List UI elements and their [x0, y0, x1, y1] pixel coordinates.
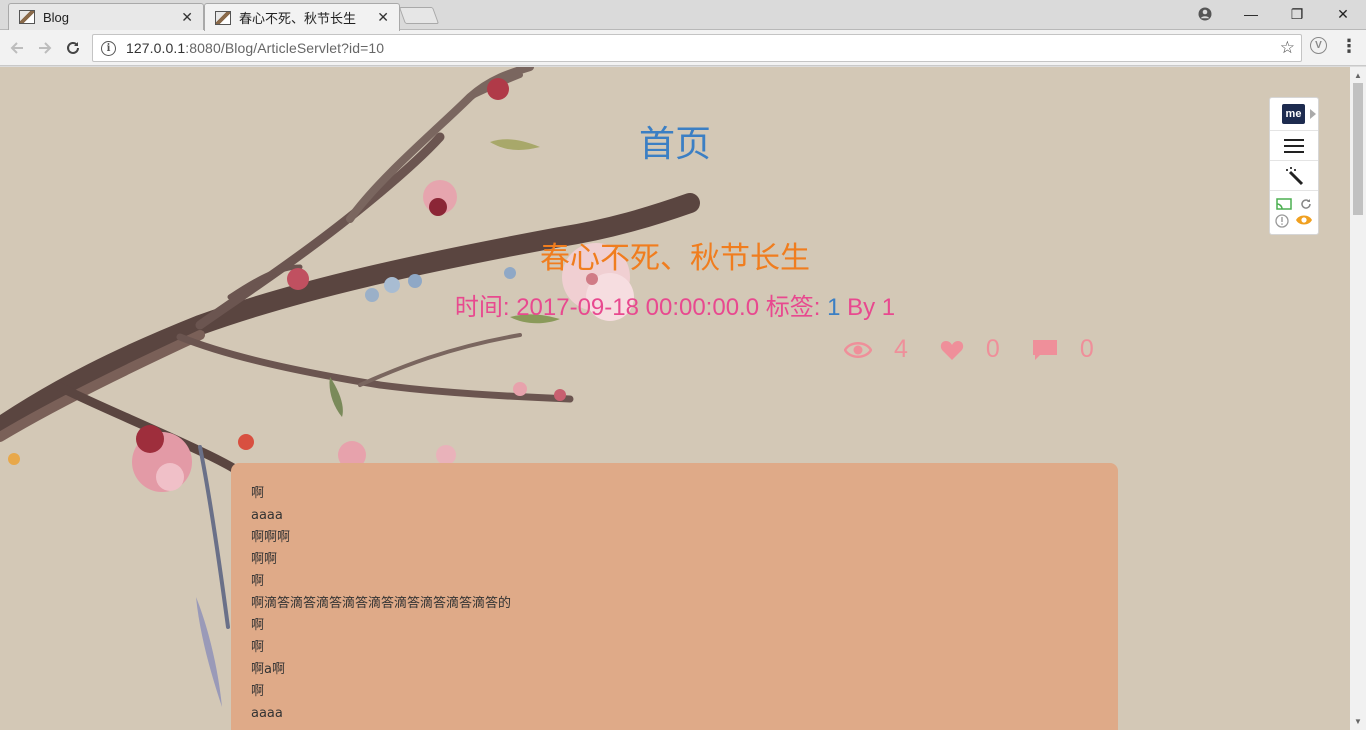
- minimize-button[interactable]: —: [1228, 0, 1274, 28]
- page-viewport: 首页 春心不死、秋节长生 时间: 2017-09-18 00:00:00.0 标…: [0, 67, 1350, 730]
- close-tab-icon[interactable]: ✕: [181, 9, 193, 26]
- content-line: 啊啊啊: [251, 530, 291, 545]
- content-line: 啊a啊: [251, 662, 285, 677]
- address-bar[interactable]: i 127.0.0.1:8080/Blog/ArticleServlet?id=…: [92, 34, 1302, 62]
- author-name: 1: [881, 294, 896, 321]
- article-content: 啊 aaaa 啊啊啊 啊啊 啊 啊滴答滴答滴答滴答滴答滴答滴答滴答滴答的 啊 啊…: [231, 463, 1118, 730]
- expand-arrow-icon[interactable]: [1310, 109, 1316, 119]
- browser-menu-icon[interactable]: ⋮: [1340, 36, 1358, 57]
- content-line: 啊: [251, 618, 265, 633]
- bookmark-star-icon[interactable]: ☆: [1280, 38, 1295, 58]
- scroll-up-icon[interactable]: ▲: [1354, 71, 1362, 80]
- eye-toggle-icon[interactable]: [1295, 214, 1313, 226]
- views-count: 4: [894, 335, 908, 363]
- info-icon[interactable]: i: [101, 40, 116, 56]
- url-path: :8080/Blog/ArticleServlet?id=10: [185, 40, 385, 56]
- content-line: 啊滴答滴答滴答滴答滴答滴答滴答滴答滴答的: [251, 596, 512, 611]
- status-icons-row: [1270, 190, 1318, 234]
- back-button[interactable]: [6, 37, 28, 59]
- likes-count: 0: [985, 335, 1000, 363]
- page-favicon-icon: [215, 10, 231, 25]
- cast-icon[interactable]: [1276, 197, 1292, 210]
- tag-label: 标签:: [759, 294, 828, 321]
- page-scrollbar[interactable]: ▲ ▼: [1350, 67, 1366, 730]
- content-line: aaaa: [251, 508, 283, 523]
- refresh-icon[interactable]: [1300, 198, 1312, 210]
- content-line: 啊: [251, 640, 265, 655]
- home-link[interactable]: 首页: [0, 115, 1350, 167]
- browser-toolbar: i 127.0.0.1:8080/Blog/ArticleServlet?id=…: [0, 30, 1366, 66]
- restore-button[interactable]: ❐: [1274, 0, 1320, 28]
- close-window-button[interactable]: ✕: [1320, 0, 1366, 28]
- forward-icon: [39, 42, 52, 54]
- comment-icon[interactable]: [1032, 339, 1058, 361]
- reload-button[interactable]: [62, 37, 84, 59]
- eye-icon: [844, 340, 872, 360]
- tab-blog[interactable]: Blog ✕: [8, 3, 204, 30]
- url-host: 127.0.0.1: [126, 40, 186, 56]
- content-line: 啊: [251, 574, 265, 589]
- heart-icon[interactable]: [940, 339, 964, 361]
- magic-wand-button[interactable]: [1270, 160, 1318, 190]
- content-line: 啊: [251, 684, 265, 699]
- article-title: 春心不死、秋节长生: [540, 242, 810, 275]
- tag-value[interactable]: 1: [827, 294, 840, 321]
- article-meta: 时间: 2017-09-18 00:00:00.0 标签: 1 By 1: [0, 287, 1350, 322]
- content-line: 啊啊: [251, 552, 278, 567]
- vpn-extension-icon[interactable]: V: [1310, 37, 1327, 54]
- comments-stat[interactable]: 0: [1032, 335, 1126, 364]
- url-text[interactable]: 127.0.0.1:8080/Blog/ArticleServlet?id=10: [126, 40, 384, 56]
- tab-article[interactable]: 春心不死、秋节长生 ✕: [204, 3, 400, 31]
- forward-button[interactable]: [34, 37, 56, 59]
- time-value: 2017-09-18 00:00:00.0: [516, 294, 760, 321]
- page-favicon-icon: [19, 10, 35, 24]
- back-icon: [10, 42, 23, 54]
- by-label: By: [840, 294, 882, 321]
- likes-stat[interactable]: 0: [940, 335, 1032, 364]
- tab-strip: Blog ✕ 春心不死、秋节长生 ✕ — ❐ ✕: [0, 0, 1366, 31]
- scrollbar-thumb[interactable]: [1353, 83, 1363, 215]
- article-stats: 4 0 0: [844, 335, 1126, 364]
- me-extension-logo[interactable]: me: [1282, 104, 1305, 124]
- content-line: 啊: [251, 486, 265, 501]
- magic-wand-icon: [1286, 166, 1304, 185]
- views-stat: 4: [844, 335, 940, 364]
- new-tab-button[interactable]: [398, 7, 440, 24]
- tab-title: Blog: [43, 9, 70, 25]
- comments-count: 0: [1079, 335, 1094, 363]
- profile-icon[interactable]: [1182, 0, 1228, 28]
- close-tab-icon[interactable]: ✕: [377, 9, 389, 26]
- scroll-down-icon[interactable]: ▼: [1354, 717, 1362, 726]
- reload-icon: [67, 41, 79, 54]
- time-label: 时间:: [454, 294, 517, 321]
- tab-title: 春心不死、秋节长生: [239, 11, 357, 26]
- menu-icon: [1284, 138, 1304, 153]
- hamburger-menu-button[interactable]: [1270, 130, 1318, 160]
- extension-panel: me: [1269, 97, 1319, 235]
- alert-icon[interactable]: [1275, 213, 1289, 228]
- content-line: aaaa: [251, 706, 283, 721]
